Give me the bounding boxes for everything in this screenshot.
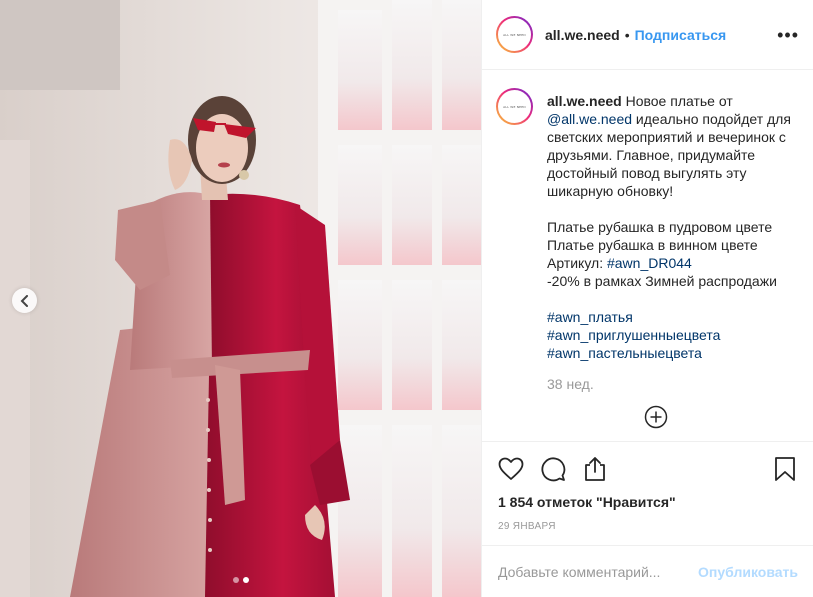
share-icon	[585, 457, 605, 481]
caption-avatar[interactable]: ALL WE NEED	[496, 88, 533, 125]
load-more-comments-button[interactable]	[644, 405, 668, 429]
hashtag-link[interactable]: #awn_платья	[547, 308, 799, 326]
chevron-left-icon	[20, 294, 28, 307]
carousel-prev-button[interactable]	[12, 288, 37, 313]
post-side-panel: ALL WE NEED all.we.need • Подписаться ••…	[481, 0, 813, 597]
mention-link[interactable]: @all.we.need	[547, 111, 632, 127]
carousel-indicator	[0, 577, 481, 583]
comments-section: ALL WE NEED all.we.need Новое платье от …	[482, 70, 813, 441]
carousel-dot-active	[242, 577, 249, 583]
caption-line: -20% в рамках Зимней распродажи	[547, 273, 777, 289]
comment-icon	[541, 457, 566, 482]
carousel-dot	[232, 577, 239, 583]
post-photo[interactable]	[0, 0, 481, 597]
separator-dot: •	[624, 26, 630, 43]
plus-circle-icon	[644, 405, 668, 429]
follow-button[interactable]: Подписаться	[635, 27, 727, 43]
post-actions-area: 1 854 отметок "Нравится" 29 ЯНВАРЯ	[482, 441, 813, 532]
hashtag-link[interactable]: #awn_пастельныецвета	[547, 344, 799, 362]
caption-username[interactable]: all.we.need	[547, 93, 622, 109]
like-button[interactable]	[498, 456, 524, 482]
username-link[interactable]: all.we.need	[545, 27, 620, 43]
post-image	[0, 0, 481, 597]
bookmark-icon	[775, 457, 795, 481]
share-button[interactable]	[582, 456, 608, 482]
avatar-logo: ALL WE NEED	[503, 32, 526, 37]
avatar-logo: ALL WE NEED	[503, 104, 526, 109]
caption-text-part: Новое платье от	[621, 93, 733, 109]
post-date[interactable]: 29 ЯНВАРЯ	[482, 521, 813, 532]
likes-count[interactable]: 1 854 отметок "Нравится"	[482, 494, 813, 510]
comment-input[interactable]	[498, 563, 699, 580]
comment-button[interactable]	[540, 456, 566, 482]
publish-button[interactable]: Опубликовать	[698, 564, 798, 580]
action-bar	[482, 442, 813, 496]
avatar[interactable]: ALL WE NEED	[496, 16, 533, 53]
hashtag-link[interactable]: #awn_DR044	[607, 255, 692, 271]
hashtag-link[interactable]: #awn_приглушенныецвета	[547, 326, 799, 344]
caption: ALL WE NEED all.we.need Новое платье от …	[496, 88, 799, 362]
heart-icon	[498, 457, 524, 480]
post-header: ALL WE NEED all.we.need • Подписаться ••…	[482, 0, 813, 70]
comment-form: Опубликовать	[482, 545, 813, 597]
save-button[interactable]	[772, 456, 798, 482]
caption-line: Платье рубашка в винном цвете	[547, 237, 758, 253]
caption-line: Платье рубашка в пудровом цвете	[547, 219, 773, 235]
caption-timestamp: 38 нед.	[547, 376, 594, 392]
caption-text: all.we.need Новое платье от @all.we.need…	[547, 92, 799, 362]
caption-line: Артикул: #awn_DR044	[547, 254, 799, 272]
more-options-icon[interactable]: •••	[777, 26, 799, 44]
article-label: Артикул:	[547, 255, 607, 271]
